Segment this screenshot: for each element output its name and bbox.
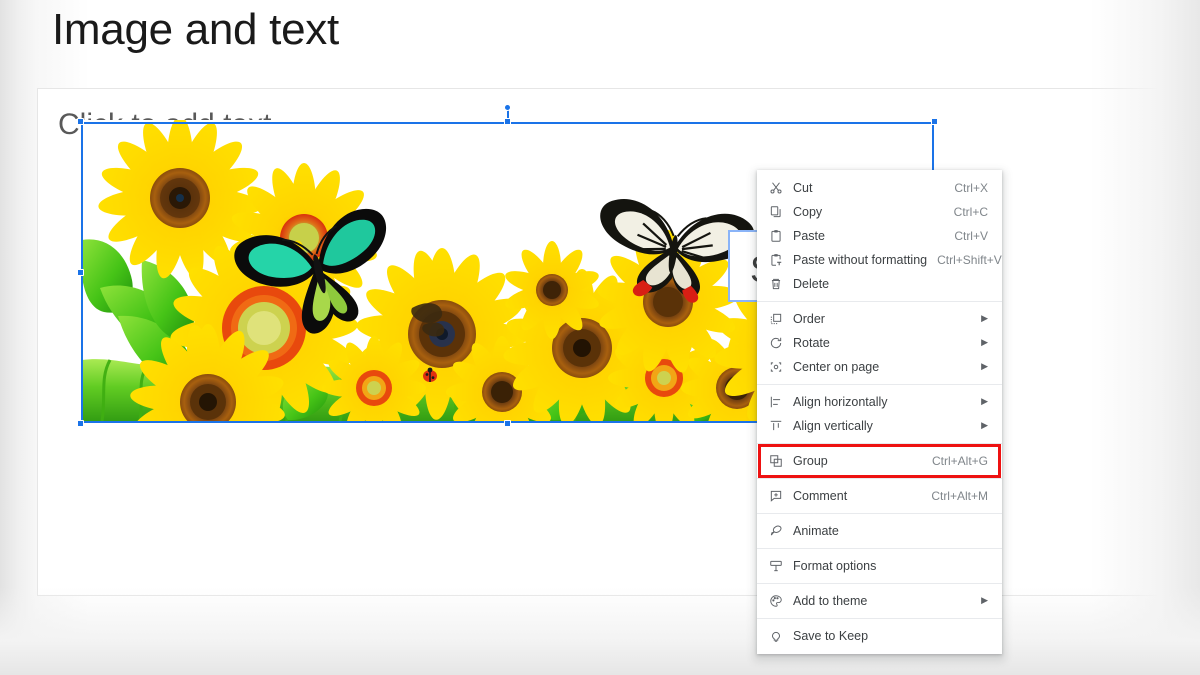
menu-item-label: Order: [793, 312, 825, 326]
menu-item-label: Align vertically: [793, 419, 873, 433]
menu-item-group[interactable]: Group Ctrl+Alt+G: [757, 449, 1002, 473]
resize-handle-bottom-left[interactable]: [77, 420, 84, 427]
menu-item-label: Comment: [793, 489, 848, 503]
menu-separator: [757, 548, 1002, 549]
menu-item-label: Center on page: [793, 360, 880, 374]
menu-item-label: Add to theme: [793, 594, 868, 608]
submenu-arrow-icon: ▶: [981, 336, 988, 347]
menu-item-save-to-keep[interactable]: Save to Keep: [757, 624, 1002, 648]
menu-separator: [757, 384, 1002, 385]
menu-item-rotate[interactable]: Rotate ▶: [757, 331, 1002, 355]
app-root: Image and text Click to add text: [0, 0, 1200, 675]
menu-item-shortcut: Ctrl+C: [953, 205, 988, 219]
menu-item-shortcut: Ctrl+Alt+M: [931, 489, 988, 503]
menu-item-label: Animate: [793, 524, 839, 538]
comment-icon: [769, 488, 791, 504]
menu-item-label: Paste without formatting: [793, 253, 928, 267]
rotate-handle[interactable]: [504, 104, 511, 111]
paste-icon: [769, 228, 791, 244]
menu-item-label: Copy: [793, 205, 823, 219]
menu-item-shortcut: Ctrl+V: [954, 229, 988, 243]
center-icon: [769, 359, 791, 375]
menu-separator: [757, 583, 1002, 584]
menu-item-label: Save to Keep: [793, 629, 869, 643]
menu-item-label: Format options: [793, 559, 877, 573]
menu-separator: [757, 443, 1002, 444]
rotate-icon: [769, 335, 791, 351]
menu-item-align-vertically[interactable]: Align vertically ▶: [757, 414, 1002, 438]
slide-canvas[interactable]: Click to add text: [37, 88, 1200, 596]
context-menu-body: Cut Ctrl+X Copy Ctrl+C Paste Ctrl+V Paste with…: [757, 176, 1002, 648]
menu-separator: [757, 618, 1002, 619]
menu-item-paste[interactable]: Paste Ctrl+V: [757, 224, 1002, 248]
submenu-arrow-icon: ▶: [981, 312, 988, 323]
context-menu[interactable]: Cut Ctrl+X Copy Ctrl+C Paste Ctrl+V Paste with…: [757, 170, 1002, 654]
group-icon: [769, 453, 791, 469]
menu-item-delete[interactable]: Delete: [757, 272, 1002, 296]
submenu-arrow-icon: ▶: [981, 419, 988, 430]
slide-title: Image and text: [52, 5, 339, 54]
menu-separator: [757, 301, 1002, 302]
menu-item-comment[interactable]: Comment Ctrl+Alt+M: [757, 484, 1002, 508]
menu-item-label: Align horizontally: [793, 395, 888, 409]
menu-item-label: Group: [793, 454, 828, 468]
delete-icon: [769, 276, 791, 292]
format-options-icon: [769, 558, 791, 574]
menu-item-label: Rotate: [793, 336, 830, 350]
copy-icon: [769, 204, 791, 220]
menu-item-shortcut: Ctrl+X: [954, 181, 988, 195]
menu-item-copy[interactable]: Copy Ctrl+C: [757, 200, 1002, 224]
resize-handle-bottom-center[interactable]: [503, 420, 511, 427]
page-edge-shadow-bottom: [0, 585, 1200, 675]
keep-bulb-icon: [769, 628, 791, 644]
menu-item-label: Delete: [793, 277, 830, 291]
submenu-arrow-icon: ▶: [981, 594, 988, 605]
menu-item-paste-without-formatting[interactable]: Paste without formatting Ctrl+Shift+V: [757, 248, 1002, 272]
menu-item-center-on-page[interactable]: Center on page ▶: [757, 355, 1002, 379]
menu-item-align-horizontally[interactable]: Align horizontally ▶: [757, 390, 1002, 414]
order-icon: [769, 311, 791, 327]
align-horizontal-icon: [769, 394, 791, 410]
menu-item-shortcut: Ctrl+Shift+V: [937, 253, 1002, 267]
animate-icon: [769, 523, 791, 539]
menu-separator: [757, 478, 1002, 479]
palette-icon: [769, 593, 791, 609]
align-vertical-icon: [769, 418, 791, 434]
menu-item-format-options[interactable]: Format options: [757, 554, 1002, 578]
cut-icon: [769, 180, 791, 196]
menu-item-animate[interactable]: Animate: [757, 519, 1002, 543]
menu-item-order[interactable]: Order ▶: [757, 307, 1002, 331]
menu-item-add-to-theme[interactable]: Add to theme ▶: [757, 589, 1002, 613]
menu-separator: [757, 513, 1002, 514]
paste-plain-icon: [769, 252, 791, 268]
menu-item-shortcut: Ctrl+Alt+G: [931, 454, 988, 468]
submenu-arrow-icon: ▶: [981, 360, 988, 371]
menu-item-label: Cut: [793, 181, 813, 195]
submenu-arrow-icon: ▶: [981, 395, 988, 406]
menu-item-cut[interactable]: Cut Ctrl+X: [757, 176, 1002, 200]
menu-item-label: Paste: [793, 229, 825, 243]
